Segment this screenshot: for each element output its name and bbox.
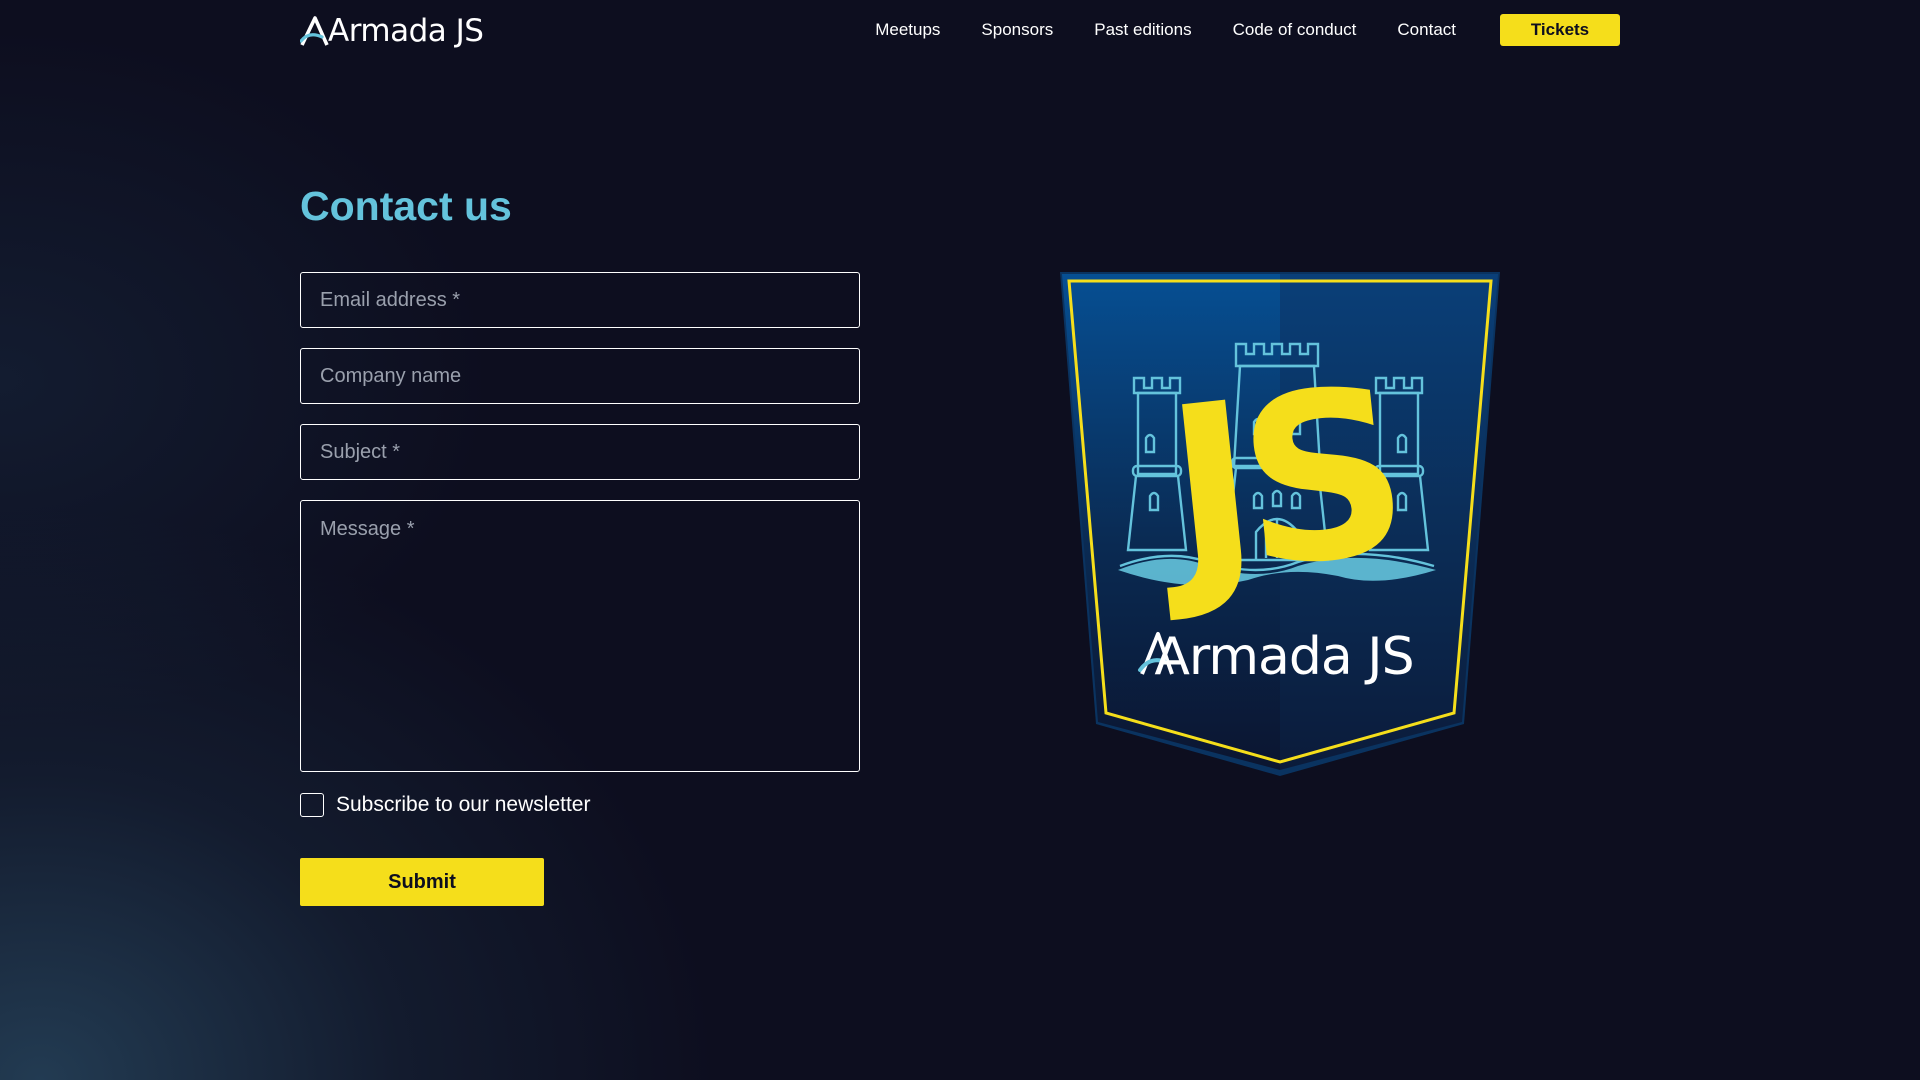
page-title: Contact us bbox=[300, 183, 512, 229]
armada-a-icon bbox=[300, 16, 329, 46]
badge-logo: Armada JS bbox=[1138, 627, 1415, 687]
tickets-button[interactable]: Tickets bbox=[1500, 14, 1620, 46]
newsletter-row: Subscribe to our newsletter bbox=[300, 792, 860, 818]
company-field[interactable] bbox=[300, 348, 860, 404]
contact-form: Subscribe to our newsletter Submit bbox=[300, 272, 860, 906]
message-field[interactable] bbox=[300, 500, 860, 772]
js-letters: JS bbox=[1144, 339, 1407, 629]
nav-code-of-conduct[interactable]: Code of conduct bbox=[1233, 14, 1357, 46]
main-nav: Meetups Sponsors Past editions Code of c… bbox=[875, 14, 1620, 46]
email-field[interactable] bbox=[300, 272, 860, 328]
submit-button[interactable]: Submit bbox=[300, 858, 544, 906]
newsletter-checkbox[interactable] bbox=[300, 793, 324, 817]
badge-wordmark: Armada JS bbox=[1154, 627, 1413, 687]
newsletter-label[interactable]: Subscribe to our newsletter bbox=[336, 793, 590, 817]
logo[interactable]: Armada JS bbox=[300, 8, 484, 54]
site-header: Armada JS Meetups Sponsors Past editions… bbox=[300, 0, 1620, 60]
nav-past-editions[interactable]: Past editions bbox=[1094, 14, 1191, 46]
nav-contact[interactable]: Contact bbox=[1397, 14, 1456, 46]
armada-js-badge: JS Armada JS bbox=[1060, 272, 1500, 776]
logo-text: Armada JS bbox=[328, 13, 484, 49]
subject-field[interactable] bbox=[300, 424, 860, 480]
nav-meetups[interactable]: Meetups bbox=[875, 14, 940, 46]
nav-sponsors[interactable]: Sponsors bbox=[981, 14, 1053, 46]
